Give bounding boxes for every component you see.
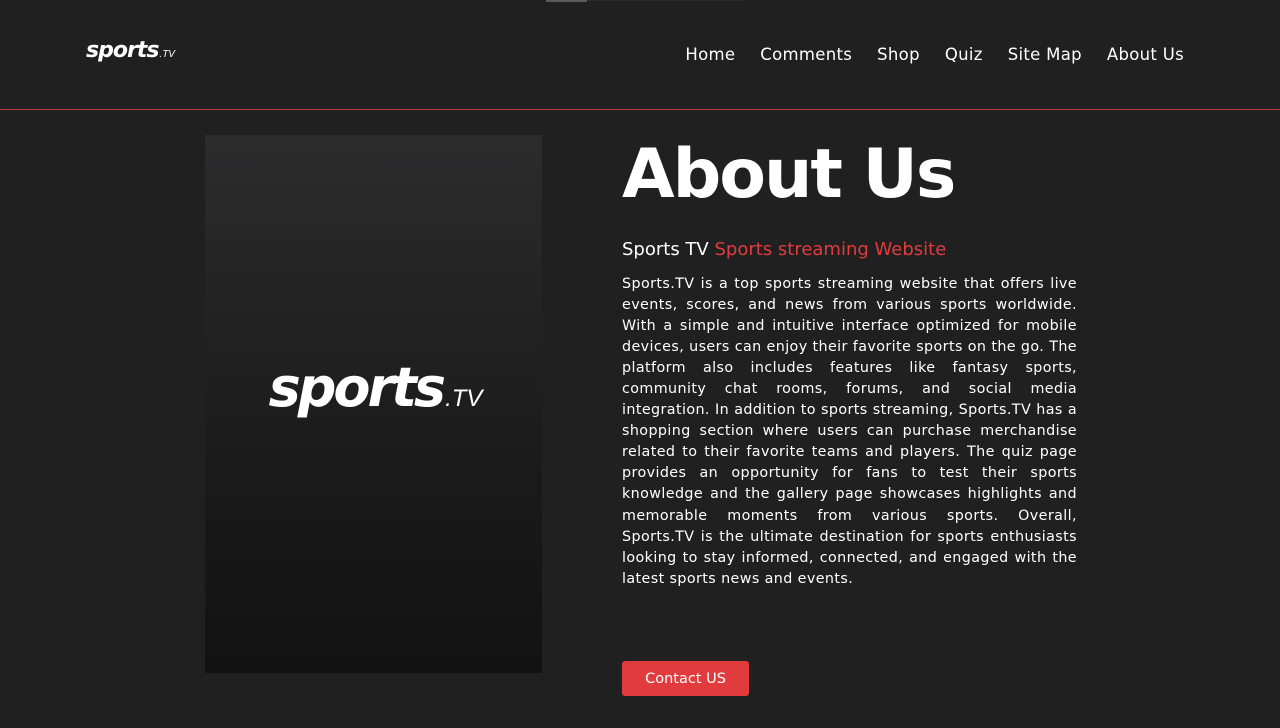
nav-shop[interactable]: Shop: [877, 43, 920, 67]
nav-about-us[interactable]: About Us: [1107, 43, 1184, 67]
page: sports .TV Home Comments Shop Quiz Site …: [0, 0, 1280, 728]
hero-logo-suffix: .TV: [445, 384, 483, 412]
contact-us-button[interactable]: Contact US: [622, 661, 749, 696]
nav-comments[interactable]: Comments: [760, 43, 852, 67]
subtitle: Sports TV Sports streaming Website: [622, 235, 1077, 265]
site-logo[interactable]: sports .TV: [86, 38, 175, 68]
about-section: About Us Sports TV Sports streaming Webs…: [622, 135, 1077, 590]
about-description: Sports.TV is a top sports streaming webs…: [622, 276, 1077, 587]
hero-logo-wordmark: sports: [268, 355, 446, 419]
subtitle-brand: Sports TV: [622, 239, 709, 260]
logo-wordmark: sports: [86, 38, 159, 63]
nav-home[interactable]: Home: [685, 43, 735, 67]
nav-quiz[interactable]: Quiz: [945, 43, 983, 67]
subtitle-tagline: Sports streaming Website: [714, 239, 947, 260]
page-title: About Us: [622, 135, 956, 214]
nav-site-map[interactable]: Site Map: [1008, 43, 1082, 67]
hero-logo: sports .TV: [269, 356, 483, 419]
main-nav: Home Comments Shop Quiz Site Map About U…: [660, 43, 1184, 67]
site-header: sports .TV Home Comments Shop Quiz Site …: [0, 0, 1280, 110]
hero-image: sports .TV: [205, 135, 542, 673]
logo-suffix: .TV: [159, 49, 175, 60]
